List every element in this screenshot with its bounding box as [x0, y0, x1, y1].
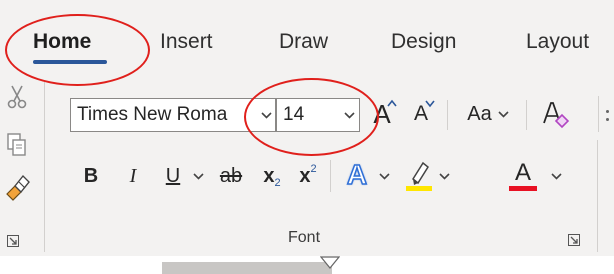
ruler: [0, 256, 614, 274]
clipboard-group: [0, 76, 44, 256]
underline-button[interactable]: U: [160, 158, 186, 194]
highlight-dropdown-chevron-icon[interactable]: [436, 158, 452, 194]
clear-formatting-icon[interactable]: [536, 96, 574, 132]
ribbon-tabs: Home Insert Draw Design Layout: [0, 0, 614, 76]
change-case-icon[interactable]: Aa: [456, 97, 520, 131]
font-color-bar: [509, 185, 537, 191]
font-family-combobox[interactable]: Times New Roma: [70, 98, 276, 132]
separator: [447, 100, 448, 130]
group-separator: [44, 82, 45, 252]
copy-icon[interactable]: [4, 130, 30, 160]
separator: [598, 96, 599, 132]
scissors-icon[interactable]: [4, 82, 30, 112]
superscript-button[interactable]: x 2: [294, 158, 322, 194]
tab-home[interactable]: Home: [33, 30, 91, 54]
font-dialog-launcher-icon[interactable]: [568, 233, 580, 246]
subscript-glyph: x: [263, 164, 275, 187]
superscript-glyph: x: [299, 164, 311, 187]
font-size-value: 14: [283, 104, 305, 125]
tab-layout[interactable]: Layout: [526, 30, 589, 54]
superscript-marker: 2: [310, 163, 317, 175]
tab-insert[interactable]: Insert: [160, 30, 213, 54]
subscript-button[interactable]: x 2: [258, 158, 286, 194]
grow-font-icon[interactable]: A: [364, 96, 400, 132]
font-color-icon[interactable]: A: [508, 156, 538, 194]
paintbrush-icon[interactable]: [2, 170, 32, 204]
font-family-value: Times New Roma: [77, 104, 228, 125]
italic-button[interactable]: I: [120, 158, 146, 194]
tab-design[interactable]: Design: [391, 30, 456, 54]
font-family-dropdown-chevron-icon[interactable]: [257, 99, 275, 131]
underline-dropdown-chevron-icon[interactable]: [188, 158, 208, 194]
overflow-dot: [606, 110, 609, 113]
highlighter-icon[interactable]: [404, 156, 434, 194]
ruler-margin: [162, 262, 332, 274]
font-color-dropdown-chevron-icon[interactable]: [548, 158, 564, 194]
clipboard-dialog-launcher-icon[interactable]: [7, 234, 19, 247]
active-tab-indicator: [33, 60, 107, 64]
group-separator: [597, 140, 598, 252]
shrink-font-icon[interactable]: A: [404, 96, 438, 132]
tab-draw[interactable]: Draw: [279, 30, 328, 54]
change-case-label: Aa: [467, 102, 492, 125]
font-group-label: Font: [288, 229, 321, 246]
strikethrough-button[interactable]: ab: [214, 158, 248, 194]
text-effects-glyph: A: [346, 158, 368, 191]
separator: [526, 100, 527, 130]
text-effects-icon[interactable]: A: [340, 156, 374, 194]
overflow-dot: [606, 118, 609, 121]
subscript-marker: 2: [274, 177, 281, 189]
bold-button[interactable]: B: [78, 158, 104, 194]
indent-marker-icon[interactable]: [320, 256, 340, 270]
font-size-dropdown-chevron-icon[interactable]: [340, 99, 358, 131]
separator: [330, 160, 331, 192]
text-effects-dropdown-chevron-icon[interactable]: [376, 158, 392, 194]
font-color-glyph: A: [514, 158, 531, 186]
